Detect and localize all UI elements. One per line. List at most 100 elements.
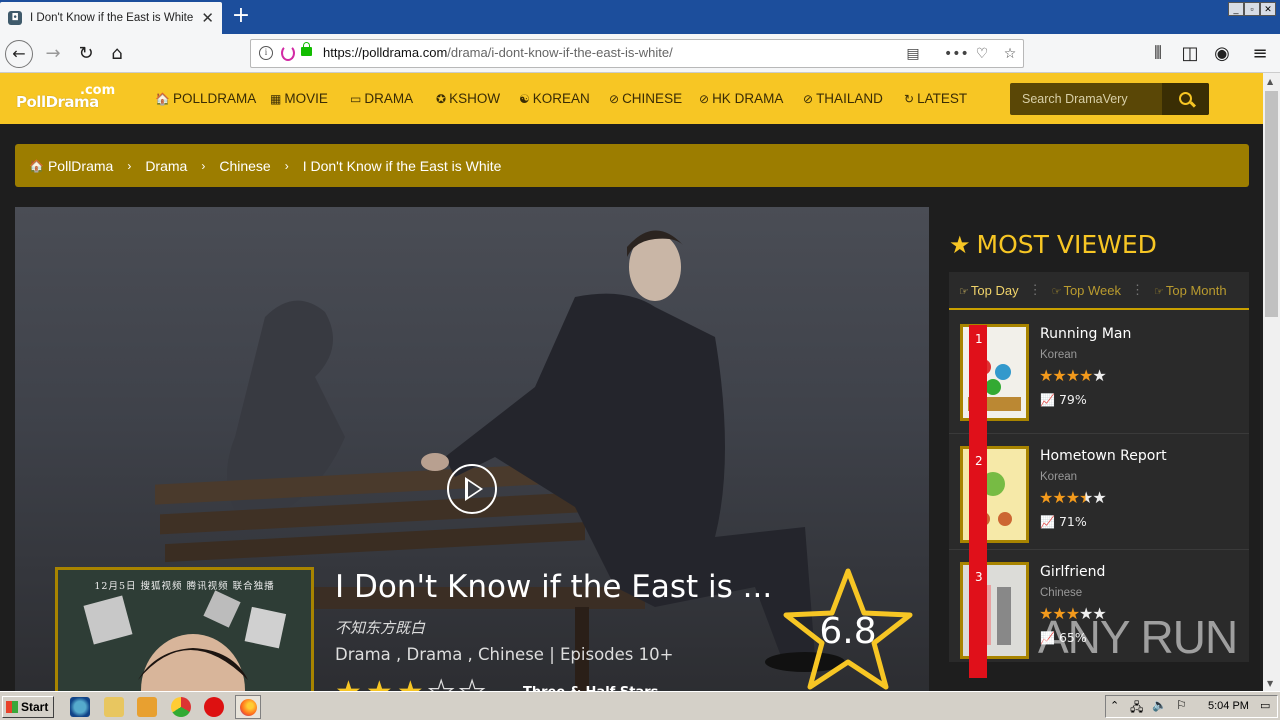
breadcrumb-chinese[interactable]: Chinese <box>219 158 270 174</box>
breadcrumb-home-icon: 🏠 <box>29 158 44 173</box>
menu-drama[interactable]: ▭ DRAMA <box>350 91 413 106</box>
search-button[interactable] <box>1162 83 1209 115</box>
maximize-button[interactable]: ▫ <box>1244 2 1260 16</box>
poster-caption: 12月5日 搜狐视频 腾讯视频 联合独播 <box>94 581 275 592</box>
item-title[interactable]: Hometown Report <box>1040 448 1167 464</box>
globe-icon: ⊘ <box>803 92 814 106</box>
scrollbar-thumb[interactable] <box>1265 91 1278 317</box>
show-poster: 12月5日 搜狐视频 腾讯视频 联合独播 <box>55 567 314 697</box>
reader-view-icon[interactable]: ▤ <box>903 44 923 64</box>
most-viewed-tabs: ☞ Top Day ⋮ ☞ Top Week ⋮ ☞ Top Month <box>949 272 1249 310</box>
back-arrow-icon[interactable]: ← <box>5 40 33 68</box>
search-input[interactable] <box>1010 83 1162 115</box>
network-icon[interactable]: 🖧 <box>1130 698 1143 719</box>
volume-icon[interactable]: 🔈 <box>1152 698 1167 712</box>
permission-icon[interactable] <box>281 45 295 61</box>
menu-polldrama[interactable]: 🏠 POLLDRAMA <box>155 91 256 106</box>
notification-icon[interactable]: ▭ <box>1260 699 1270 712</box>
breadcrumb-home[interactable]: PollDrama <box>48 158 113 174</box>
tab-top-week[interactable]: ☞ Top Week <box>1042 283 1131 298</box>
site-favicon-icon: ◘ <box>8 11 22 25</box>
pocket-icon[interactable]: ♡ <box>972 44 992 64</box>
item-genre: Chinese <box>1040 587 1083 599</box>
forward-arrow-icon[interactable]: → <box>39 40 67 68</box>
star-icon: ★ <box>949 230 971 259</box>
menu-icon[interactable]: ≡ <box>1246 40 1274 68</box>
site-logo[interactable]: .com PollDrama <box>16 83 115 113</box>
refresh-icon: ↻ <box>904 92 915 106</box>
new-tab-button[interactable]: + <box>228 4 254 30</box>
most-viewed-panel: ☞ Top Day ⋮ ☞ Top Week ⋮ ☞ Top Month 1 Runn… <box>949 272 1249 662</box>
account-icon[interactable]: ◉ <box>1208 40 1236 68</box>
page-actions-icon[interactable]: ••• <box>944 44 969 64</box>
tab-close-icon[interactable]: ✕ <box>201 9 214 27</box>
hand-pointer-icon: ☞ <box>959 285 969 298</box>
page-scrollbar[interactable]: ▲ ▼ <box>1263 73 1280 691</box>
korea-icon: ☯ <box>519 92 530 106</box>
play-button[interactable] <box>447 464 497 514</box>
folder-icon[interactable] <box>104 697 124 717</box>
menu-kshow[interactable]: ✪ KSHOW <box>436 91 500 106</box>
lock-icon[interactable] <box>301 42 312 56</box>
menu-korean[interactable]: ☯ KOREAN <box>519 91 590 106</box>
menu-chinese[interactable]: ⊘ CHINESE <box>609 91 682 106</box>
home-icon[interactable]: ⌂ <box>103 40 131 68</box>
scroll-down-icon[interactable]: ▼ <box>1267 679 1273 688</box>
menu-thailand[interactable]: ⊘ THAILAND <box>803 91 883 106</box>
url-bar[interactable]: i https://polldrama.com/drama/i-dont-kno… <box>250 39 1024 68</box>
minimize-button[interactable]: _ <box>1228 2 1244 16</box>
opera-icon[interactable] <box>204 697 224 717</box>
show-meta: Drama , Drama , Chinese | Episodes 10+ <box>335 645 674 664</box>
item-stars: ★★★★★ <box>1039 366 1107 385</box>
menu-hk-drama[interactable]: ⊘ HK DRAMA <box>699 91 783 106</box>
reload-icon[interactable]: ↻ <box>72 40 100 68</box>
show-alt-name: 不知东方既白 <box>335 619 426 637</box>
site-header: .com PollDrama 🏠 POLLDRAMA ▦ MOVIE ▭ DRAMA … <box>0 73 1263 124</box>
score-badge: 6.8 <box>778 565 918 695</box>
breadcrumb-drama[interactable]: Drama <box>145 158 187 174</box>
browser-tab[interactable]: ◘ I Don't Know if the East is White E ✕ <box>0 2 222 34</box>
sidebar-icon[interactable]: ◫ <box>1176 40 1204 68</box>
trend-icon: 📈 <box>1040 393 1055 407</box>
url-text[interactable]: https://polldrama.com/drama/i-dont-know-… <box>323 45 673 60</box>
media-player-icon[interactable] <box>137 697 157 717</box>
tray-chevron-icon[interactable]: ⌃ <box>1110 699 1119 712</box>
item-percent: 📈 71% <box>1040 514 1087 529</box>
item-title[interactable]: Girlfriend <box>1040 564 1105 580</box>
tab-title: I Don't Know if the East is White E <box>30 12 196 24</box>
score-value: 6.8 <box>819 611 877 652</box>
info-icon[interactable]: i <box>259 46 273 60</box>
badge-icon: ✪ <box>436 92 447 106</box>
menu-movie[interactable]: ▦ MOVIE <box>270 91 328 106</box>
browser-tabbar: ◘ I Don't Know if the East is White E ✕ … <box>0 0 1280 34</box>
film-icon: ▦ <box>270 92 282 106</box>
list-item[interactable]: 2 Hometown Report Korean ★★★★★ 📈 71% <box>949 434 1249 550</box>
most-viewed-heading: ★ MOST VIEWED <box>949 230 1157 259</box>
list-item[interactable]: 1 Running Man Korean ★★★★★ 📈 79% <box>949 312 1249 434</box>
firefox-icon <box>240 699 257 716</box>
bookmark-star-icon[interactable]: ☆ <box>1000 44 1020 64</box>
trend-icon: 📈 <box>1040 515 1055 529</box>
tab-top-day[interactable]: ☞ Top Day <box>949 283 1029 298</box>
tab-top-month[interactable]: ☞ Top Month <box>1144 283 1237 298</box>
library-icon[interactable]: ⫴ <box>1144 40 1172 68</box>
browser-navbar: ← → ↻ ⌂ i https://polldrama.com/drama/i-… <box>0 34 1280 73</box>
site-search <box>1010 83 1209 115</box>
ie-icon[interactable] <box>70 697 90 717</box>
flag-icon[interactable]: ⚐ <box>1176 698 1187 712</box>
chrome-icon[interactable] <box>171 697 191 717</box>
watermark: ANY RUN <box>1038 611 1238 663</box>
breadcrumb: 🏠 PollDrama › Drama › Chinese › I Don't … <box>15 144 1249 187</box>
hand-pointer-icon: ☞ <box>1154 285 1164 298</box>
show-title: I Don't Know if the East is ... <box>335 569 773 605</box>
scroll-up-icon[interactable]: ▲ <box>1267 77 1273 86</box>
hero-banner: 12月5日 搜狐视频 腾讯视频 联合独播 I Don't Know if the… <box>15 207 929 697</box>
firefox-taskbar-button[interactable] <box>235 695 261 719</box>
taskbar: Start ⌃ 🖧 🔈 ⚐ ▭ 5:04 PM <box>0 691 1280 720</box>
menu-latest[interactable]: ↻ LATEST <box>904 91 967 106</box>
tv-icon: ▭ <box>350 92 362 106</box>
item-title[interactable]: Running Man <box>1040 326 1131 342</box>
start-button[interactable]: Start <box>2 696 54 718</box>
red-overlay-bar <box>969 325 987 678</box>
close-window-button[interactable]: ✕ <box>1260 2 1276 16</box>
